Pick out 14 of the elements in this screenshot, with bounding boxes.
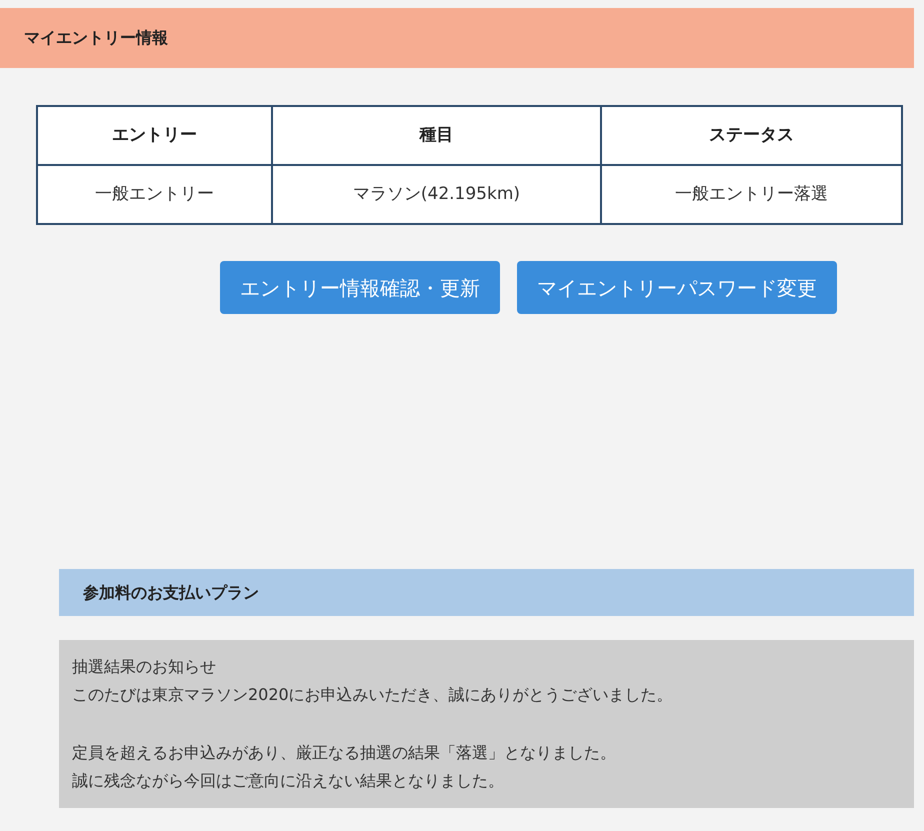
action-button[interactable]: マイエントリーパスワード変更 [517,261,837,314]
section-title: マイエントリー情報 [24,27,168,49]
notice-text: 抽選結果のお知らせ [72,656,217,678]
table-cell: マラソン(42.195km) [272,165,601,224]
table-cell: 一般エントリー落選 [600,165,902,224]
notice-text: このたびは東京マラソン2020にお申込みいただき、誠にありがとうございました。 [72,684,674,706]
column-header: エントリー [37,106,272,165]
column-header: 種目 [272,106,601,165]
notice-text: 誠に残念ながら今回はご意向に沿えない結果となりました。 [72,770,505,792]
action-button[interactable]: エントリー情報確認・更新 [220,261,500,314]
table-cell: 一般エントリー [37,165,272,224]
notice-text: 定員を超えるお申込みがあり、厳正なる抽選の結果「落選」となりました。 [72,742,617,764]
column-header: ステータス [600,106,902,165]
section-title: 参加料のお支払いプラン [83,582,259,604]
